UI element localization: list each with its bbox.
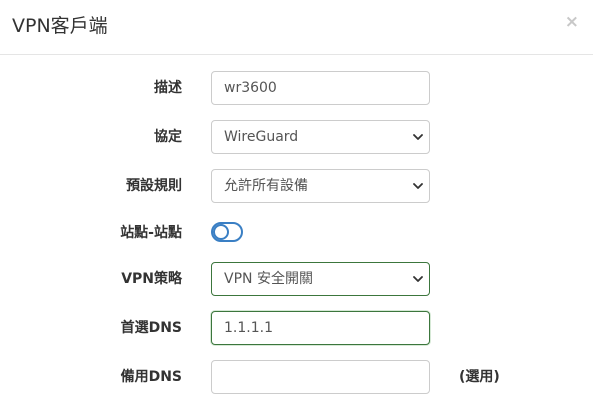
primary-dns-label: 首選DNS (120, 320, 182, 336)
close-button[interactable]: × (565, 12, 579, 32)
vpn-policy-label: VPN策略 (121, 271, 182, 287)
site-to-site-label: 站點-站點 (120, 225, 182, 241)
chevron-down-icon (413, 183, 423, 189)
vpn-policy-select[interactable]: VPN 安全開關 (211, 262, 430, 296)
modal-header: VPN客戶端 × (0, 0, 593, 55)
secondary-dns-row: 備用DNS (選用) (0, 359, 593, 395)
site-to-site-toggle[interactable] (211, 222, 243, 242)
description-label: 描述 (154, 80, 182, 96)
protocol-row: 協定 WireGuard (0, 119, 593, 155)
vpn-policy-select-value: VPN 安全開關 (224, 271, 313, 287)
description-row: 描述 wr3600 (0, 70, 593, 106)
default-rule-select-value: 允許所有設備 (224, 178, 308, 194)
toggle-knob (213, 224, 229, 240)
primary-dns-input[interactable]: 1.1.1.1 (211, 311, 430, 345)
default-rule-row: 預設規則 允許所有設備 (0, 168, 593, 204)
dialog-title: VPN客戶端 (12, 15, 108, 37)
protocol-select[interactable]: WireGuard (211, 120, 430, 154)
description-input[interactable]: wr3600 (211, 71, 430, 105)
optional-hint: (選用) (459, 369, 500, 385)
primary-dns-row: 首選DNS 1.1.1.1 (0, 310, 593, 346)
default-rule-label: 預設規則 (126, 178, 182, 194)
chevron-down-icon (413, 276, 423, 282)
default-rule-select[interactable]: 允許所有設備 (211, 169, 430, 203)
protocol-select-value: WireGuard (224, 129, 299, 145)
protocol-label: 協定 (154, 129, 182, 145)
site-to-site-row: 站點-站點 (0, 215, 593, 251)
secondary-dns-label: 備用DNS (120, 369, 182, 385)
chevron-down-icon (413, 134, 423, 140)
secondary-dns-input[interactable] (211, 360, 430, 394)
vpn-policy-row: VPN策略 VPN 安全開關 (0, 261, 593, 297)
